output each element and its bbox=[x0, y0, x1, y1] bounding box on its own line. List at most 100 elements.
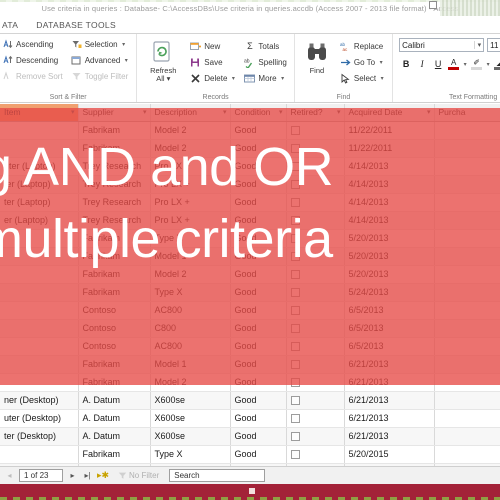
cell-item[interactable]: ner (Desktop) bbox=[0, 391, 79, 410]
cell-condition[interactable]: Good bbox=[230, 391, 287, 410]
cell-item[interactable] bbox=[0, 265, 79, 284]
cell-retired[interactable] bbox=[286, 373, 345, 392]
cell-description[interactable]: X600se bbox=[150, 409, 231, 428]
table-row[interactable]: Fabrikam Type X Good 5/20/2013 bbox=[0, 229, 500, 248]
replace-button[interactable]: ab ac Replace bbox=[338, 39, 387, 54]
first-record-button[interactable]: ◂ bbox=[4, 471, 15, 480]
cell-condition[interactable]: Good bbox=[230, 175, 287, 194]
cell-acquired-date[interactable]: 11/22/2011 bbox=[344, 121, 435, 140]
table-row[interactable]: Fabrikam Model 2 Good 5/20/2013 bbox=[0, 265, 500, 284]
cell-retired[interactable] bbox=[286, 355, 345, 374]
cell-retired[interactable] bbox=[286, 337, 345, 356]
cell-retired[interactable] bbox=[286, 247, 345, 266]
cell-description[interactable]: Model 1 bbox=[150, 247, 231, 266]
retired-checkbox[interactable] bbox=[290, 360, 300, 370]
cell-purchase[interactable] bbox=[434, 391, 500, 410]
chevron-down-icon[interactable]: ▾ bbox=[223, 108, 227, 116]
spelling-button[interactable]: ab Spelling bbox=[242, 55, 288, 70]
cell-condition[interactable]: Good bbox=[230, 427, 287, 446]
table-row[interactable]: ter (Desktop) A. Datum X600se Good 6/21/2013 bbox=[0, 427, 500, 446]
retired-checkbox[interactable] bbox=[290, 450, 300, 460]
cell-supplier[interactable]: A. Datum bbox=[78, 409, 151, 428]
table-row[interactable]: Contoso AC800 Good 6/5/2013 bbox=[0, 301, 500, 320]
restore-window-button[interactable] bbox=[429, 1, 437, 9]
cell-supplier[interactable]: Fabrikam bbox=[78, 283, 151, 302]
cell-acquired-date[interactable]: 5/24/2013 bbox=[344, 283, 435, 302]
cell-retired[interactable] bbox=[286, 319, 345, 338]
current-record-box[interactable]: 1 of 23 bbox=[19, 469, 63, 482]
highlight-color-button[interactable]: ✐ bbox=[470, 58, 483, 70]
cell-retired[interactable] bbox=[286, 175, 345, 194]
cell-supplier[interactable]: Trey Research bbox=[78, 193, 151, 212]
cell-acquired-date[interactable]: 4/14/2013 bbox=[344, 175, 435, 194]
descending-button[interactable]: Descending bbox=[0, 53, 65, 68]
cell-retired[interactable] bbox=[286, 265, 345, 284]
cell-acquired-date[interactable]: 11/22/2011 bbox=[344, 139, 435, 158]
table-row[interactable]: Fabrikam Model 2 Good 6/21/2013 bbox=[0, 373, 500, 392]
find-button[interactable]: Find bbox=[300, 37, 334, 102]
cell-acquired-date[interactable]: 6/5/2013 bbox=[344, 319, 435, 338]
retired-checkbox[interactable] bbox=[290, 180, 300, 190]
cell-item[interactable]: ter (Laptop) bbox=[0, 193, 79, 212]
table-row[interactable]: Fabrikam Model 2 Good 11/22/2011 bbox=[0, 139, 500, 158]
cell-purchase[interactable] bbox=[434, 337, 500, 356]
cell-item[interactable] bbox=[0, 319, 79, 338]
table-row[interactable]: Fabrikam Model 1 Good 5/20/2013 bbox=[0, 247, 500, 266]
table-row[interactable]: er (Laptop) Trey Research Pro LX + Good 4/14… bbox=[0, 211, 500, 230]
table-row[interactable]: ner (Desktop) A. Datum X600se Good 6/21/2013 bbox=[0, 391, 500, 410]
chevron-down-icon[interactable]: ▾ bbox=[427, 108, 431, 116]
cell-purchase[interactable] bbox=[434, 319, 500, 338]
retired-checkbox[interactable] bbox=[290, 324, 300, 334]
remove-sort-button[interactable]: Remove Sort bbox=[0, 69, 65, 84]
retired-checkbox[interactable] bbox=[290, 144, 300, 154]
tab-database-tools[interactable]: DATABASE TOOLS bbox=[27, 20, 125, 33]
column-header-acquired-date[interactable]: Acquired Date ▾ bbox=[344, 104, 435, 122]
cell-condition[interactable]: Good bbox=[230, 373, 287, 392]
retired-checkbox[interactable] bbox=[290, 414, 300, 424]
cell-acquired-date[interactable]: 4/14/2013 bbox=[344, 157, 435, 176]
cell-supplier[interactable]: A. Datum bbox=[78, 427, 151, 446]
cell-item[interactable] bbox=[0, 373, 79, 392]
table-row[interactable]: ter (Laptop) Trey Research Pro LX + Good 4/1… bbox=[0, 175, 500, 194]
cell-condition[interactable]: Good bbox=[230, 193, 287, 212]
cell-purchase[interactable] bbox=[434, 427, 500, 446]
underline-button[interactable]: U bbox=[431, 57, 445, 71]
cell-supplier[interactable]: Trey Research bbox=[78, 175, 151, 194]
cell-purchase[interactable] bbox=[434, 265, 500, 284]
cell-purchase[interactable] bbox=[434, 229, 500, 248]
retired-checkbox[interactable] bbox=[290, 378, 300, 388]
retired-checkbox[interactable] bbox=[290, 216, 300, 226]
cell-purchase[interactable] bbox=[434, 373, 500, 392]
cell-retired[interactable] bbox=[286, 211, 345, 230]
cell-purchase[interactable] bbox=[434, 355, 500, 374]
cell-retired[interactable] bbox=[286, 139, 345, 158]
font-size-combo[interactable]: 11 ▾ bbox=[487, 38, 500, 52]
cell-purchase[interactable] bbox=[434, 139, 500, 158]
cell-item[interactable] bbox=[0, 283, 79, 302]
cell-supplier[interactable]: Fabrikam bbox=[78, 121, 151, 140]
cell-condition[interactable]: Good bbox=[230, 319, 287, 338]
cell-item[interactable] bbox=[0, 445, 79, 464]
cell-acquired-date[interactable]: 6/21/2013 bbox=[344, 427, 435, 446]
retired-checkbox[interactable] bbox=[290, 270, 300, 280]
table-row[interactable]: Fabrikam Model 2 Good 11/22/2011 bbox=[0, 121, 500, 140]
cell-supplier[interactable]: Fabrikam bbox=[78, 373, 151, 392]
italic-button[interactable]: I bbox=[415, 57, 429, 71]
retired-checkbox[interactable] bbox=[290, 198, 300, 208]
cell-item[interactable]: ter (Laptop) bbox=[0, 175, 79, 194]
retired-checkbox[interactable] bbox=[290, 162, 300, 172]
more-records-button[interactable]: More ▾ bbox=[242, 71, 288, 86]
table-row[interactable]: uter (Laptop) Trey Research Pro LX + Good 4/… bbox=[0, 157, 500, 176]
cell-purchase[interactable] bbox=[434, 283, 500, 302]
cell-purchase[interactable] bbox=[434, 121, 500, 140]
retired-checkbox[interactable] bbox=[290, 234, 300, 244]
cell-purchase[interactable] bbox=[434, 193, 500, 212]
table-row[interactable]: FabrikamType XGood 5/20/2015 bbox=[0, 445, 500, 464]
next-record-button[interactable]: ▸ bbox=[67, 471, 78, 480]
table-row[interactable]: Fabrikam Model 1 Good 6/21/2013 bbox=[0, 355, 500, 374]
cell-condition[interactable]: Good bbox=[230, 211, 287, 230]
chevron-down-icon[interactable]: ▾ bbox=[485, 61, 491, 68]
bold-button[interactable]: B bbox=[399, 57, 413, 71]
cell-item[interactable] bbox=[0, 139, 79, 158]
tab-external-data[interactable]: ATA bbox=[2, 20, 27, 33]
